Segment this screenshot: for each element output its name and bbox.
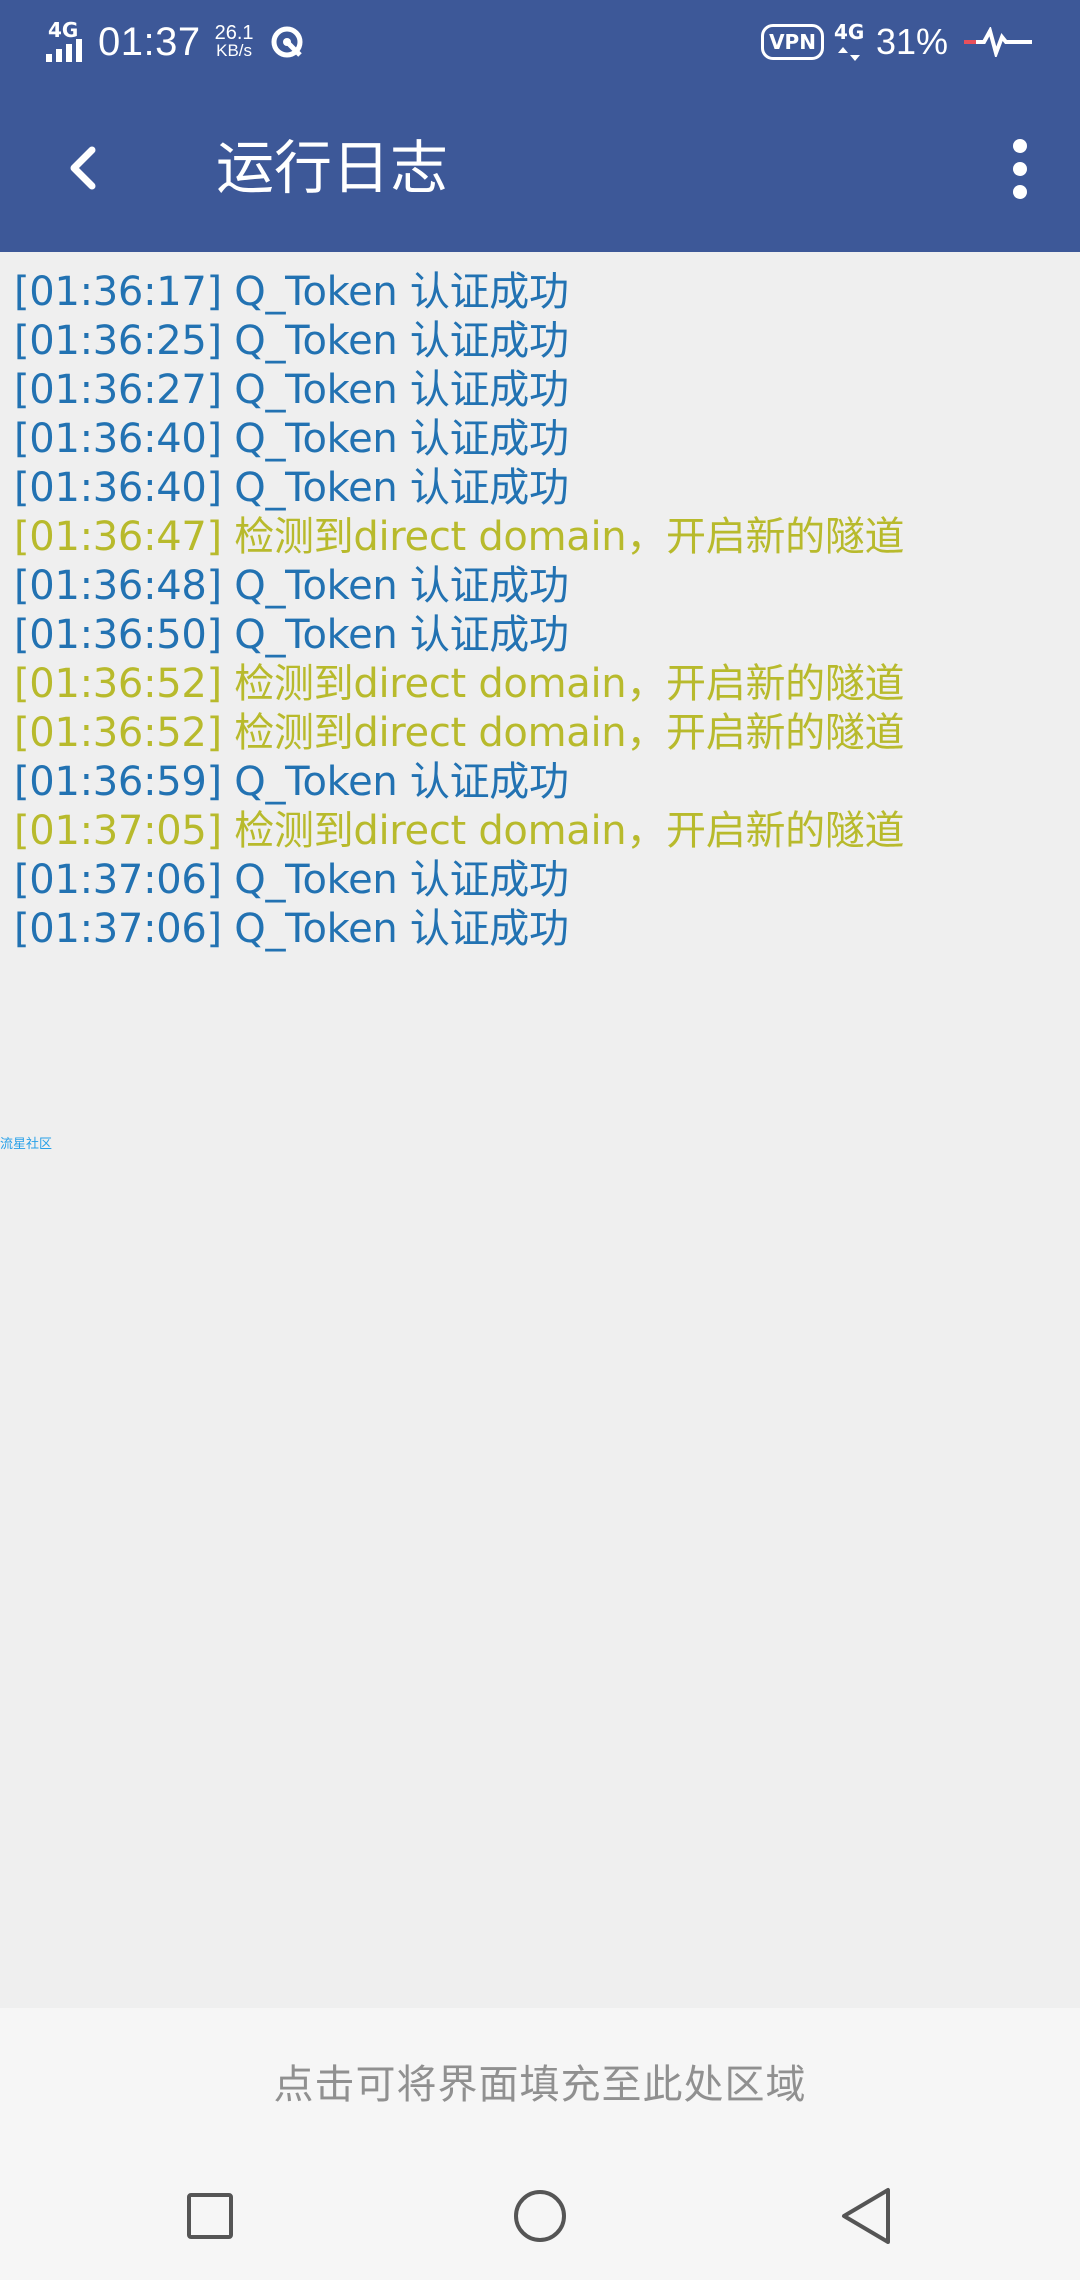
cellular-signal-icon: 4G (46, 20, 92, 64)
back-arrow-icon[interactable] (44, 128, 124, 208)
log-line: [01:36:50] Q_Token 认证成功 (14, 612, 569, 658)
speed-value: 26.1 (214, 22, 254, 44)
log-line-event: [01:36:52] 检测到direct domain，开启新的隧道 (14, 710, 905, 756)
log-line: [01:36:27] Q_Token 认证成功 (14, 367, 569, 413)
log-line: [01:36:59] Q_Token 认证成功 (14, 759, 569, 805)
network-type: 4G (48, 18, 79, 42)
log-line: [01:36:48] Q_Token 认证成功 (14, 563, 569, 609)
network-speed: 26.1 KB/s (214, 22, 254, 60)
log-line-event: [01:36:47] 检测到direct domain，开启新的隧道 (14, 514, 905, 560)
log-line-event: [01:36:52] 检测到direct domain，开启新的隧道 (14, 661, 905, 707)
log-line: [01:36:40] Q_Token 认证成功 (14, 465, 569, 511)
more-vert-icon[interactable] (980, 128, 1060, 208)
log-line: [01:36:40] Q_Token 认证成功 (14, 416, 569, 462)
status-right: VPN 4G 31% (761, 14, 1034, 70)
log-line: [01:36:25] Q_Token 认证成功 (14, 318, 569, 364)
fill-screen-hint[interactable]: 点击可将界面填充至此处区域 (0, 2052, 1080, 2110)
page-title: 运行日志 (216, 134, 449, 202)
battery-pulse-icon (964, 27, 1032, 57)
home-circle-icon[interactable] (500, 2176, 580, 2256)
status-bar: 4G 01:37 26.1 KB/s VPN 4G 31% (0, 0, 1080, 84)
battery-percent: 31% (875, 21, 948, 62)
watermark-text: 流星社区 (0, 1137, 53, 1152)
data-activity-icon: 4G (834, 22, 864, 62)
log-line: [01:37:06] Q_Token 认证成功 (14, 857, 569, 903)
app-bar: 运行日志 (0, 84, 1080, 252)
recents-square-icon[interactable] (170, 2176, 250, 2256)
clock: 01:37 (98, 19, 201, 64)
log-line: [01:37:06] Q_Token 认证成功 (14, 906, 569, 952)
speed-unit: KB/s (216, 41, 253, 60)
back-triangle-icon[interactable] (828, 2176, 908, 2256)
vpn-badge: VPN (761, 24, 824, 60)
network-type-2: 4G (833, 20, 865, 44)
log-line: [01:36:17] Q_Token 认证成功 (14, 269, 569, 315)
log-list[interactable]: [01:36:17] Q_Token 认证成功 [01:36:25] Q_Toke… (14, 268, 1064, 954)
bottom-area: 点击可将界面填充至此处区域 (0, 2008, 1080, 2280)
app-notification-icon (271, 26, 303, 58)
log-line-event: [01:37:05] 检测到direct domain，开启新的隧道 (14, 808, 905, 854)
status-left: 4G 01:37 26.1 KB/s (46, 14, 304, 70)
